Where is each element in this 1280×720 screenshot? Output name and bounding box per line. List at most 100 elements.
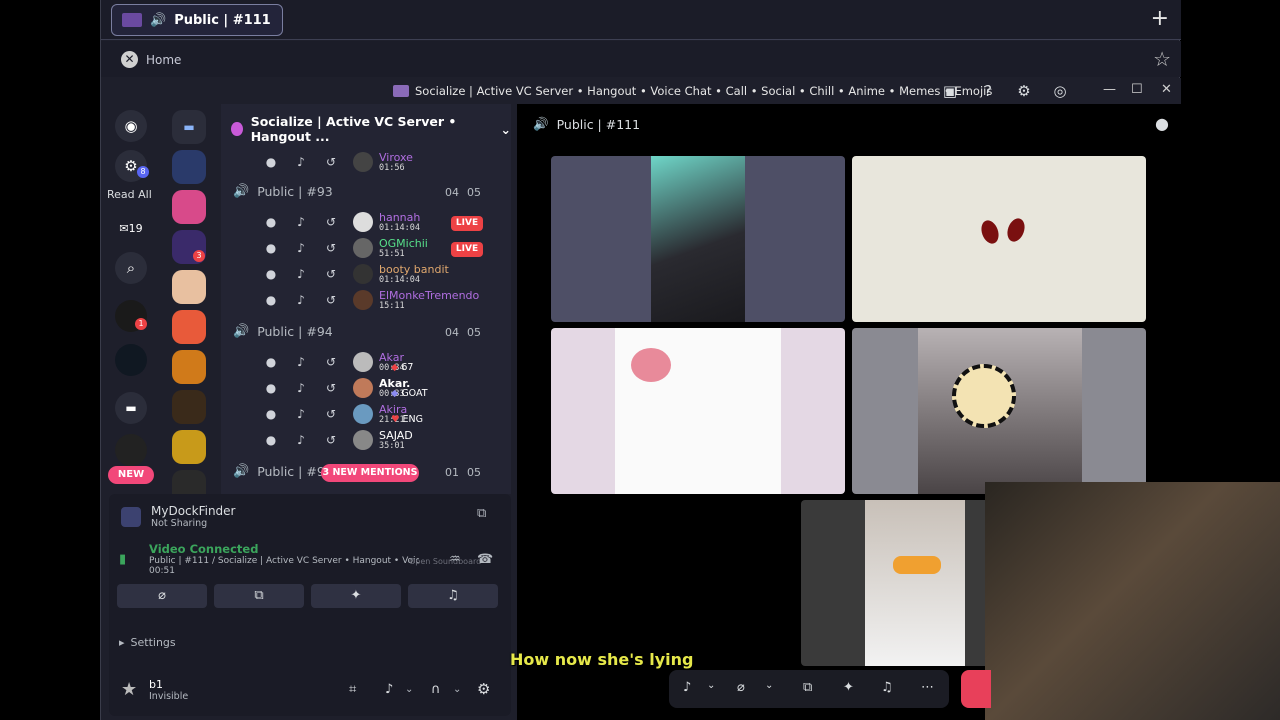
more-icon[interactable]: ⋯ (921, 680, 934, 695)
chevron-down-icon[interactable]: ⌄ (707, 680, 715, 691)
chevron-down-icon[interactable]: ⌄ (405, 684, 413, 695)
server-icon[interactable] (172, 270, 206, 304)
user-tag: ◆ GOAT (391, 388, 428, 399)
server-icon[interactable] (172, 350, 206, 384)
chat-bubble-icon[interactable]: ● (1155, 114, 1169, 133)
gear-icon[interactable]: ⚙ (1015, 82, 1033, 100)
tag-text: 67 (401, 362, 414, 373)
server-avatar[interactable] (115, 344, 147, 376)
screen-share-icon[interactable]: ⧉ (477, 506, 486, 521)
user-tag: ♥ ENG (391, 414, 423, 425)
inbox-icon[interactable]: ▣ (941, 82, 959, 100)
mic-icon: ♪ (297, 215, 305, 229)
link-icon: ↺ (325, 355, 337, 369)
speaker-icon: 🔊 (233, 464, 250, 479)
avatar (353, 152, 373, 172)
close-window-button[interactable]: ✕ (1161, 82, 1172, 97)
voice-status-panel: MyDockFinder Not Sharing ⧉ ▮ Video Conne… (109, 494, 511, 716)
maximize-button[interactable]: ☐ (1131, 82, 1143, 97)
folder-icon[interactable]: ▬ (172, 110, 206, 144)
link-icon: ↺ (325, 407, 337, 421)
voice-channel[interactable]: 🔊 Public | #95 (233, 464, 333, 479)
chat-icon: ● (265, 381, 277, 395)
voice-user-row[interactable]: ● ♪ ↺ SAJAD 35:01 (259, 428, 413, 452)
folder-icon[interactable]: ▬ (115, 392, 147, 424)
server-icon[interactable] (172, 430, 206, 464)
chevron-down-icon[interactable]: ⌄ (765, 680, 773, 691)
new-badge[interactable]: NEW (108, 466, 154, 484)
discord-home-icon[interactable]: ◉ (115, 110, 147, 142)
server-icon[interactable] (172, 190, 206, 224)
home-tab[interactable]: ✕ Home (121, 51, 181, 68)
screen-share-icon[interactable]: ⧉ (803, 680, 812, 695)
headset-icon[interactable]: ∩ (431, 682, 441, 697)
activities-button[interactable]: ✦ (311, 584, 401, 608)
camera-off-icon[interactable]: ⌀ (737, 680, 745, 695)
voice-user-row[interactable]: ● ♪ ↺ booty bandit 01:14:04 (259, 262, 449, 286)
tab-public-111[interactable]: 🔊 Public | #111 (111, 4, 283, 36)
user-panel[interactable]: b1 Invisible (149, 678, 188, 702)
gamepad-icon[interactable]: ⌗ (349, 682, 356, 697)
voice-user-row[interactable]: ● ♪ ↺ ElMonkeTremendo 15:11 (259, 288, 480, 312)
favorite-star-icon[interactable]: ☆ (1153, 47, 1171, 71)
server-icon[interactable] (172, 390, 206, 424)
server-header[interactable]: Socialize | Active VC Server • Hangout .… (231, 114, 511, 144)
screen-share-button[interactable]: ⧉ (214, 584, 304, 608)
avatar[interactable]: ★ (121, 680, 141, 700)
end-call-button[interactable] (961, 670, 991, 708)
speaker-icon: 🔊 (233, 184, 250, 199)
read-all-button[interactable]: Read All (107, 188, 152, 201)
mic-icon[interactable]: ♪ (385, 682, 393, 697)
server-icon[interactable] (172, 150, 206, 184)
settings-toggle[interactable]: ▸ Settings (119, 636, 176, 649)
voice-user-row[interactable]: ● ♪ ↺ Akira 21:21 (259, 402, 407, 426)
gear-icon[interactable]: ⚙ (477, 680, 490, 698)
disconnect-icon[interactable]: ☎ (477, 552, 493, 567)
mic-icon: ♪ (297, 433, 305, 447)
user-time: 01:56 (379, 162, 405, 173)
minimize-button[interactable]: — (1103, 82, 1116, 97)
new-tab-button[interactable]: + (1151, 8, 1169, 30)
voice-user-row[interactable]: ● ♪ ↺ Akar. 00:33 (259, 376, 411, 400)
server-icon (231, 122, 243, 136)
voice-user-row[interactable]: ● ♪ ↺ OGMichii 51:51 (259, 236, 428, 260)
user-name: Viroxe (379, 150, 413, 164)
chevron-right-icon: ▸ (119, 636, 125, 649)
activities-icon[interactable]: ✦ (843, 680, 854, 695)
chat-icon: ● (265, 155, 277, 169)
dm-button[interactable]: ✉ 19 (115, 212, 147, 244)
dock-status: Not Sharing (151, 518, 208, 529)
new-mentions-badge[interactable]: 3 NEW MENTIONS (321, 464, 419, 482)
help-icon[interactable]: ? (979, 82, 997, 100)
arc-server-icon[interactable] (115, 434, 147, 466)
voice-channel[interactable]: 🔊 Public | #93 (233, 184, 333, 199)
user-name: booty bandit (379, 262, 449, 276)
link-icon: ↺ (325, 241, 337, 255)
voice-user-row[interactable]: ● ♪ ↺ Akar 00:34 (259, 350, 405, 374)
soundboard-icon[interactable]: ♫ (881, 680, 893, 695)
close-icon[interactable]: ✕ (121, 51, 138, 68)
chat-icon: ● (265, 355, 277, 369)
video-tile[interactable] (852, 156, 1146, 322)
voice-user-row[interactable]: ● ♪ ↺ hannah 01:14:04 (259, 210, 421, 234)
user-time: 51:51 (379, 248, 405, 259)
video-tile[interactable] (852, 328, 1146, 494)
soundboard-button[interactable]: ♫ (408, 584, 498, 608)
chevron-down-icon[interactable]: ⌄ (453, 684, 461, 695)
video-tile[interactable] (551, 156, 845, 322)
mic-icon: ♪ (297, 355, 305, 369)
compass-icon[interactable]: ◎ (1051, 82, 1069, 100)
connection-status: Video Connected (149, 542, 259, 556)
camera-toggle-button[interactable]: ⌀ (117, 584, 207, 608)
video-tile[interactable] (551, 328, 845, 494)
voice-user-row[interactable]: ● ♪ ↺ Viroxe 01:56 (259, 150, 413, 174)
user-limit: 05 (467, 326, 481, 339)
mic-icon: ♪ (297, 381, 305, 395)
user-name: Akira (379, 402, 408, 416)
voice-channel[interactable]: 🔊 Public | #94 (233, 324, 333, 339)
tab-bar: 🔊 Public | #111 + (101, 0, 1181, 40)
mic-icon[interactable]: ♪ (683, 680, 691, 695)
search-icon[interactable]: ⌕ (115, 252, 147, 284)
server-icon[interactable] (172, 310, 206, 344)
noise-suppression-icon[interactable]: ♒ (449, 552, 461, 567)
